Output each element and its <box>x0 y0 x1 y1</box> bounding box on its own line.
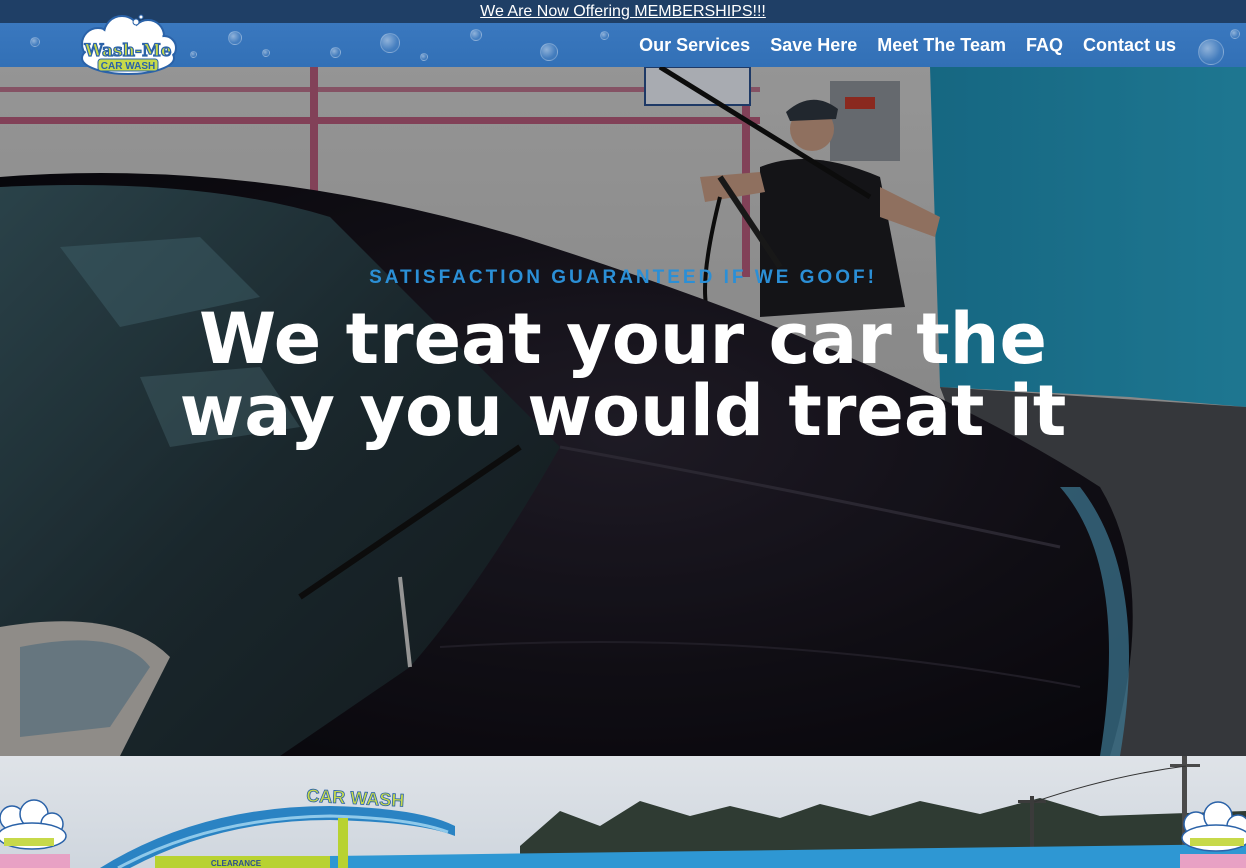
bubble-decoration <box>262 49 270 57</box>
headline-line-1: We treat your car the <box>199 298 1047 380</box>
brand-logo[interactable]: Wash-Me CAR WASH <box>78 14 178 76</box>
bubble-decoration <box>540 43 558 61</box>
hero-section: SATISFACTION GUARANTEED IF WE GOOF! We t… <box>0 67 1246 756</box>
nav-contact-us[interactable]: Contact us <box>1083 35 1176 56</box>
main-nav: Our Services Save Here Meet The Team FAQ… <box>639 23 1176 67</box>
nav-save-here[interactable]: Save Here <box>770 35 857 56</box>
building-banner-text: CLEARANCE <box>211 859 262 868</box>
announcement-bar: We Are Now Offering MEMBERSHIPS!!! <box>0 0 1246 23</box>
bubble-decoration <box>190 51 197 58</box>
nav-our-services[interactable]: Our Services <box>639 35 750 56</box>
bubble-decoration <box>380 33 400 53</box>
hero-headline: We treat your car the way you would trea… <box>0 303 1246 447</box>
bubble-decoration <box>1230 29 1240 39</box>
bubble-decoration <box>420 53 428 61</box>
bubble-decoration <box>330 47 341 58</box>
logo-subtext: CAR WASH <box>101 61 155 72</box>
building-illustration: CLEARANCE CAR WASH <box>0 756 1246 868</box>
headline-line-2: way you would treat it <box>179 370 1067 452</box>
bubble-decoration <box>228 31 242 45</box>
nav-faq[interactable]: FAQ <box>1026 35 1063 56</box>
bubble-decoration <box>30 37 40 47</box>
logo-text: Wash-Me <box>83 41 171 61</box>
bubble-decoration <box>470 29 482 41</box>
bubble-decoration <box>600 31 609 40</box>
bubble-decoration <box>1198 39 1224 65</box>
nav-meet-the-team[interactable]: Meet The Team <box>877 35 1006 56</box>
wash-me-logo-icon: Wash-Me CAR WASH <box>81 14 177 75</box>
hero-eyebrow: SATISFACTION GUARANTEED IF WE GOOF! <box>369 267 877 288</box>
announcement-link[interactable]: We Are Now Offering MEMBERSHIPS!!! <box>480 3 766 21</box>
carwash-building-image: CLEARANCE CAR WASH <box>0 756 1246 868</box>
building-logo-left-icon <box>0 799 70 868</box>
